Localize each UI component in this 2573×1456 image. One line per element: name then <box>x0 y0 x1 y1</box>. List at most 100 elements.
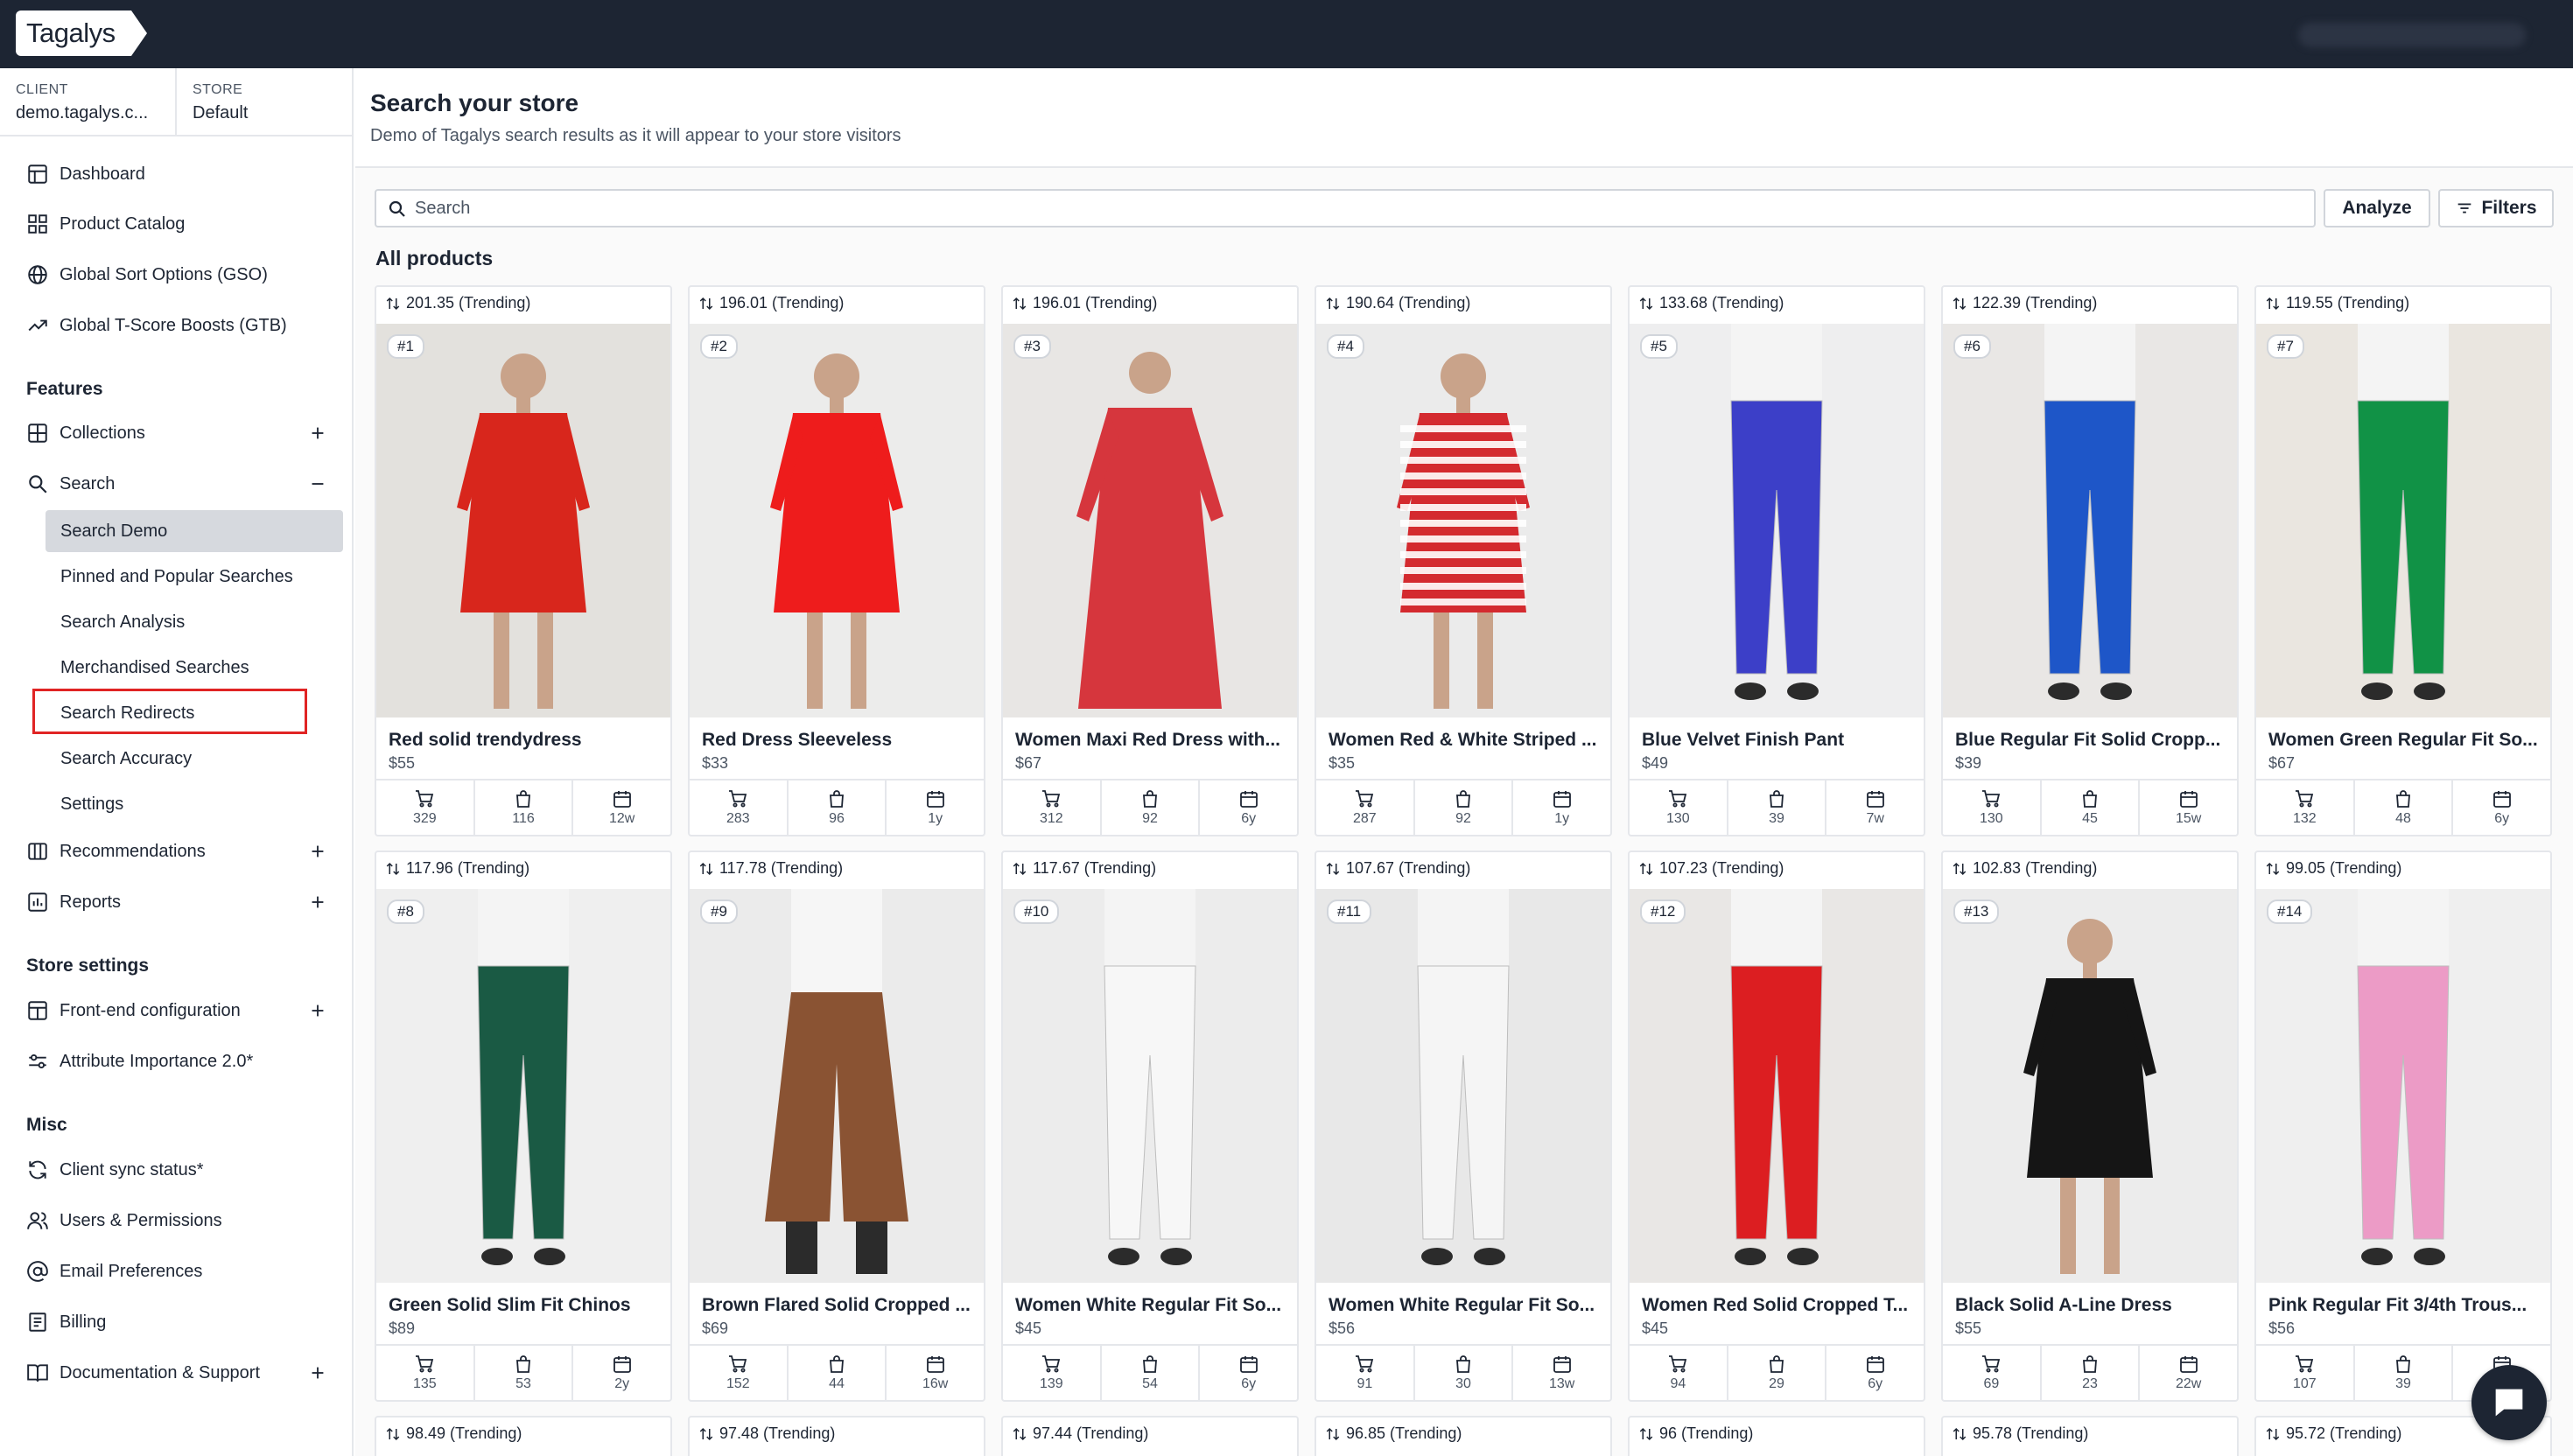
product-card[interactable]: 98.49 (Trending) <box>375 1416 672 1456</box>
product-name[interactable]: Red solid trendydress <box>389 730 665 751</box>
sidebar-item-attribute-importance[interactable]: Attribute Importance 2.0* <box>0 1041 352 1082</box>
product-image[interactable]: #14 <box>2256 889 2550 1283</box>
plus-icon[interactable] <box>308 842 327 861</box>
product-card[interactable]: 97.44 (Trending) <box>1001 1416 1299 1456</box>
sidebar-sub-pinned-popular[interactable]: Pinned and Popular Searches <box>46 556 343 598</box>
sidebar-item-gso[interactable]: Global Sort Options (GSO) <box>0 255 352 295</box>
product-name[interactable]: Women Maxi Red Dress with... <box>1015 730 1292 751</box>
product-card[interactable]: 196.01 (Trending) #3 Women Maxi Red Dress … <box>1001 285 1299 836</box>
stat-value: 6y <box>2494 811 2510 826</box>
sidebar-item-recommendations[interactable]: Recommendations <box>0 831 352 872</box>
product-image[interactable]: #7 <box>2256 324 2550 718</box>
product-image[interactable]: #4 <box>1316 324 1610 718</box>
product-card[interactable]: 99.05 (Trending) #14 Pink Regular Fit 3/4t… <box>2254 850 2552 1402</box>
sidebar-item-users-permissions[interactable]: Users & Permissions <box>0 1200 352 1241</box>
product-name[interactable]: Blue Velvet Finish Pant <box>1642 730 1918 751</box>
sidebar-sub-settings[interactable]: Settings <box>46 783 343 825</box>
product-card[interactable]: 107.67 (Trending) #11 Women White Regular … <box>1315 850 1612 1402</box>
product-image[interactable]: #1 <box>376 324 670 718</box>
sidebar-sub-search-demo[interactable]: Search Demo <box>46 510 343 552</box>
product-card[interactable]: 102.83 (Trending) #13 Black Solid A-Line D… <box>1941 850 2239 1402</box>
product-image[interactable]: #2 <box>690 324 984 718</box>
sidebar-sub-search-analysis[interactable]: Search Analysis <box>46 601 343 643</box>
product-stats: 139 54 6y <box>1003 1344 1297 1400</box>
sidebar-sub-search-redirects[interactable]: Search Redirects <box>46 692 343 734</box>
product-card[interactable]: 133.68 (Trending) #5 Blue Velvet Finish Pa… <box>1628 285 1925 836</box>
product-name[interactable]: Brown Flared Solid Cropped ... <box>702 1295 978 1316</box>
search-input[interactable] <box>415 191 2305 226</box>
sidebar-sub-search-accuracy[interactable]: Search Accuracy <box>46 738 343 780</box>
sidebar-item-client-sync[interactable]: Client sync status* <box>0 1150 352 1190</box>
sidebar-item-frontend-config[interactable]: Front-end configuration <box>0 990 352 1031</box>
sidebar-item-email-preferences[interactable]: Email Preferences <box>0 1251 352 1292</box>
sidebar-item-documentation-support[interactable]: Documentation & Support <box>0 1353 352 1393</box>
product-card[interactable]: 117.67 (Trending) #10 Women White Regular … <box>1001 850 1299 1402</box>
product-image[interactable]: #9 <box>690 889 984 1283</box>
stat-value: 92 <box>1142 811 1158 826</box>
product-image[interactable]: #8 <box>376 889 670 1283</box>
product-image[interactable]: #6 <box>1943 324 2237 718</box>
product-card[interactable]: 97.48 (Trending) <box>688 1416 985 1456</box>
product-name[interactable]: Black Solid A-Line Dress <box>1955 1295 2232 1316</box>
plus-icon[interactable] <box>308 424 327 443</box>
product-card[interactable]: 96 (Trending) <box>1628 1416 1925 1456</box>
product-name[interactable]: Blue Regular Fit Solid Cropp... <box>1955 730 2232 751</box>
product-card[interactable]: 96.85 (Trending) <box>1315 1416 1612 1456</box>
minus-icon[interactable] <box>308 474 327 494</box>
product-image[interactable]: #3 <box>1003 324 1297 718</box>
sidebar-item-collections[interactable]: Collections <box>0 413 352 453</box>
calendar-icon <box>1553 791 1571 808</box>
product-name[interactable]: Women Green Regular Fit So... <box>2268 730 2545 751</box>
plus-icon[interactable] <box>308 1363 327 1382</box>
stat-purchases: 45 <box>2042 780 2141 835</box>
product-image[interactable]: #12 <box>1630 889 1924 1283</box>
product-image[interactable]: #10 <box>1003 889 1297 1283</box>
user-menu-blurred[interactable] <box>2298 23 2526 47</box>
sidebar-item-search[interactable]: Search <box>0 464 352 504</box>
score-badge: 95.72 (Trending) <box>2265 1424 2401 1443</box>
product-card[interactable]: 107.23 (Trending) #12 Women Red Solid Crop… <box>1628 850 1925 1402</box>
product-card[interactable]: 119.55 (Trending) #7 Women Green Regular F… <box>2254 285 2552 836</box>
product-card[interactable]: 190.64 (Trending) #4 Women Red & White Str… <box>1315 285 1612 836</box>
product-card[interactable]: 196.01 (Trending) #2 Red Dress Sleeveless $… <box>688 285 985 836</box>
product-card[interactable]: 122.39 (Trending) #6 Blue Regular Fit Soli… <box>1941 285 2239 836</box>
product-name[interactable]: Women Red Solid Cropped T... <box>1642 1295 1918 1316</box>
product-card[interactable]: 117.96 (Trending) #8 Green Solid Slim Fit … <box>375 850 672 1402</box>
score-badge: 190.64 (Trending) <box>1325 294 1470 312</box>
tagalys-logo[interactable]: Tagalys <box>16 10 147 56</box>
plus-icon[interactable] <box>308 892 327 912</box>
product-image[interactable]: #13 <box>1943 889 2237 1283</box>
product-name[interactable]: Women White Regular Fit So... <box>1015 1295 1292 1316</box>
product-image[interactable]: #5 <box>1630 324 1924 718</box>
search-bar[interactable] <box>375 189 2316 228</box>
product-card[interactable]: 117.78 (Trending) #9 Brown Flared Solid Cr… <box>688 850 985 1402</box>
product-name[interactable]: Women Red & White Striped ... <box>1329 730 1605 751</box>
score-badge: 97.44 (Trending) <box>1012 1424 1148 1443</box>
all-products-heading: All products <box>375 247 494 270</box>
sidebar-item-billing[interactable]: Billing <box>0 1302 352 1342</box>
sidebar-item-product-catalog[interactable]: Product Catalog <box>0 204 352 244</box>
plus-icon[interactable] <box>308 1001 327 1020</box>
sidebar-item-dashboard[interactable]: Dashboard <box>0 154 352 194</box>
product-name[interactable]: Pink Regular Fit 3/4th Trous... <box>2268 1295 2545 1316</box>
sidebar-item-reports[interactable]: Reports <box>0 882 352 922</box>
layout-icon <box>28 164 47 184</box>
chat-button[interactable] <box>2471 1365 2547 1440</box>
score-badge: 107.23 (Trending) <box>1638 859 1784 878</box>
stat-add-to-cart: 130 <box>1943 780 2042 835</box>
sidebar-item-gtb[interactable]: Global T-Score Boosts (GTB) <box>0 305 352 346</box>
filters-button[interactable]: Filters <box>2438 189 2554 228</box>
analyze-button[interactable]: Analyze <box>2324 189 2430 228</box>
product-name[interactable]: Green Solid Slim Fit Chinos <box>389 1295 665 1316</box>
product-name[interactable]: Women White Regular Fit So... <box>1329 1295 1605 1316</box>
sidebar-sub-merchandised-searches[interactable]: Merchandised Searches <box>46 647 343 689</box>
stat-purchases: 116 <box>475 780 574 835</box>
client-selector[interactable]: CLIENT demo.tagalys.c... <box>0 68 177 136</box>
score-badge: 196.01 (Trending) <box>1012 294 1157 312</box>
product-card[interactable]: 201.35 (Trending) #1 Red solid trendydress… <box>375 285 672 836</box>
store-selector[interactable]: STORE Default <box>177 68 263 136</box>
product-card[interactable]: 95.78 (Trending) <box>1941 1416 2239 1456</box>
product-image[interactable]: #11 <box>1316 889 1610 1283</box>
product-name[interactable]: Red Dress Sleeveless <box>702 730 978 751</box>
cart-icon <box>1982 1355 2001 1373</box>
